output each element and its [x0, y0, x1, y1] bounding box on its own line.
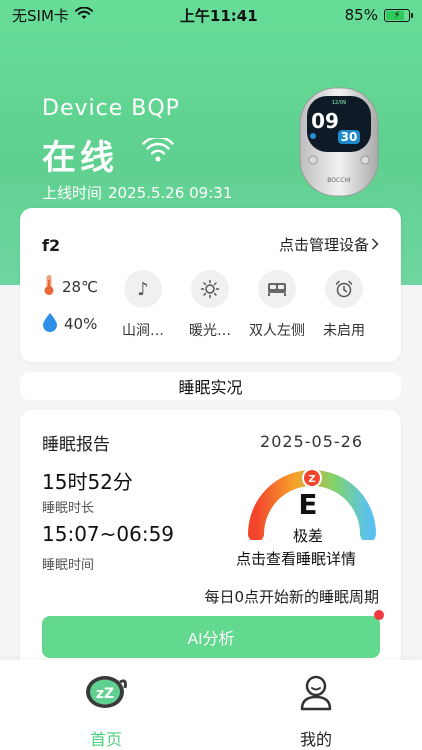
ai-analysis-button[interactable]: AI分析: [42, 616, 380, 658]
svg-text:zZ: zZ: [96, 686, 114, 702]
status-bar: 无SIM卡 上午11:41 85% ⚡: [0, 0, 422, 30]
thermometer-icon: [42, 274, 56, 300]
battery-percent: 85%: [344, 6, 378, 24]
carrier-label: 无SIM卡: [12, 6, 69, 25]
mode-sound-label: 山涧…: [122, 323, 164, 339]
temperature-reading: 28℃: [42, 274, 98, 300]
sleep-report-date: 2025-05-26: [260, 432, 363, 451]
sleep-report-title: 睡眠报告: [42, 435, 110, 455]
mode-bed-label: 双人左侧: [249, 323, 305, 339]
tab-home[interactable]: zZ 首页: [66, 672, 146, 750]
online-time-value: 2025.5.26 09:31: [108, 184, 233, 202]
online-time: 上线时间 2025.5.26 09:31: [42, 182, 238, 203]
manage-device-label: 点击管理设备: [278, 236, 369, 254]
user-icon: [296, 672, 336, 716]
device-brand: BOCCHI: [327, 177, 351, 184]
device-card: f2 点击管理设备 28℃ 40% ♪ 山涧… 暖光… 双人左侧 未启用: [20, 208, 401, 362]
sleep-time-label: 睡眠时间: [42, 558, 95, 573]
svg-text:12/09: 12/09: [332, 100, 346, 106]
alarm-clock-icon: [325, 270, 363, 308]
mode-light-label: 暖光…: [189, 323, 231, 339]
sleep-live-title: 睡眠实况: [20, 372, 401, 400]
mode-sound[interactable]: ♪ 山涧…: [112, 270, 174, 340]
sleep-grade-text: 极差: [292, 527, 323, 545]
temperature-value: 28℃: [62, 278, 98, 296]
humidity-reading: 40%: [42, 312, 97, 336]
mode-bed[interactable]: 双人左侧: [246, 270, 308, 340]
clock: 上午11:41: [179, 6, 258, 25]
mode-alarm[interactable]: 未启用: [313, 270, 375, 340]
sleep-cycle-note: 每日0点开始新的睡眠周期: [204, 588, 379, 606]
bottom-tab-bar: zZ 首页 我的: [0, 660, 422, 750]
tab-mine[interactable]: 我的: [276, 672, 356, 750]
device-online-status: 在线: [42, 138, 118, 178]
mode-alarm-label: 未启用: [323, 323, 365, 339]
manage-device-link[interactable]: 点击管理设备: [279, 234, 379, 255]
sleep-duration-value: 15时52分: [42, 470, 133, 494]
mode-light[interactable]: 暖光…: [179, 270, 241, 340]
sleep-z-icon: zZ: [83, 672, 129, 716]
wifi-signal-icon: [74, 6, 93, 24]
humidity-value: 40%: [64, 315, 98, 333]
sleep-detail-link[interactable]: 点击查看睡眠详情: [236, 548, 356, 569]
wifi-icon: [142, 136, 174, 166]
music-note-icon: ♪: [124, 270, 162, 308]
water-drop-icon: [42, 312, 58, 336]
notification-dot: [374, 610, 384, 620]
sun-icon: [191, 270, 229, 308]
gauge-marker-label: Z: [308, 474, 315, 485]
device-name: Device BQP: [42, 96, 180, 121]
tab-mine-label: 我的: [299, 730, 332, 749]
tab-home-label: 首页: [89, 730, 122, 749]
sleep-report-card: 睡眠报告 2025-05-26 15时52分 睡眠时长 15:07~06:59 …: [20, 410, 401, 670]
sleep-duration-label: 睡眠时长: [42, 501, 95, 516]
device-image: 12/09 09 30 BOCCHI: [298, 86, 380, 198]
online-time-label: 上线时间: [42, 184, 103, 202]
bed-icon: [258, 270, 296, 308]
device-id: f2: [42, 236, 61, 255]
device-screen-minute: 30: [341, 130, 358, 144]
sleep-time-range: 15:07~06:59: [42, 522, 175, 546]
chevron-right-icon: [371, 236, 379, 254]
sleep-grade: E: [298, 488, 318, 521]
battery-icon: ⚡: [383, 8, 413, 22]
device-screen-hour: 09: [311, 109, 339, 133]
